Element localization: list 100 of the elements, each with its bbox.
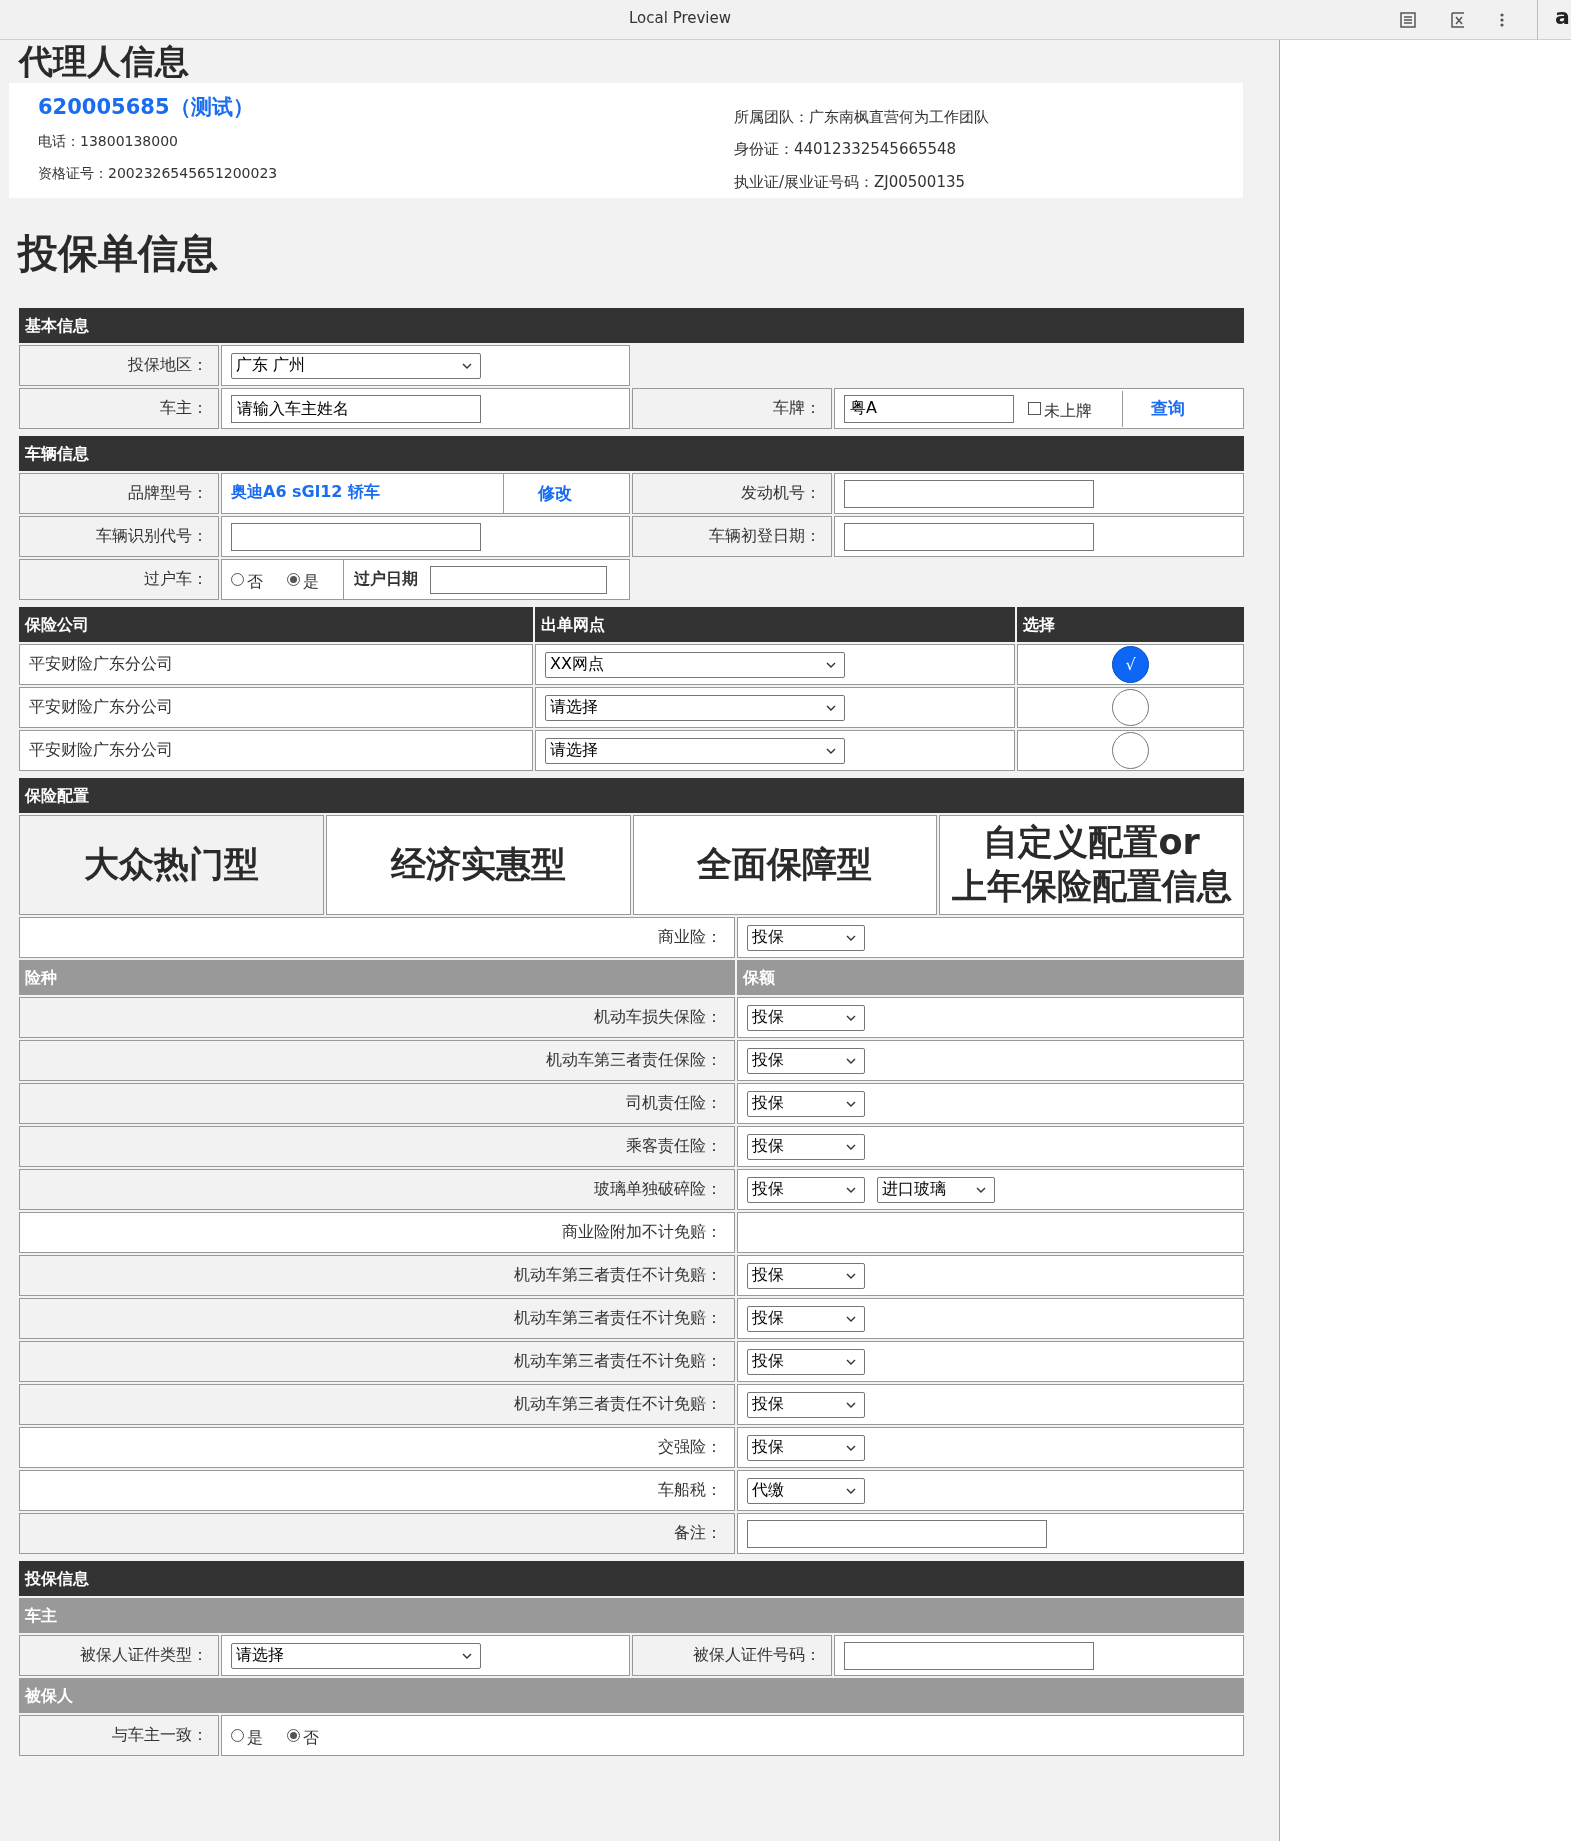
preset-tab[interactable]: 经济实惠型 bbox=[325, 815, 631, 915]
field-label: 车辆初登日期： bbox=[632, 516, 832, 557]
column-header: 险种 bbox=[19, 960, 735, 995]
registration-date-input[interactable] bbox=[844, 522, 1094, 551]
chevron-icon bbox=[846, 1315, 856, 1322]
radio-button[interactable] bbox=[287, 1729, 300, 1742]
engine-number-input[interactable] bbox=[844, 479, 1094, 508]
section-heading: 代理人信息 bbox=[19, 40, 190, 82]
chevron-icon bbox=[846, 1444, 856, 1451]
chevron-icon bbox=[846, 934, 856, 941]
document-icon[interactable] bbox=[1399, 10, 1417, 29]
agent-field: 所属团队：广东南枫直营何为工作团队 bbox=[733, 101, 1231, 134]
subsection-header: 车主 bbox=[19, 1598, 1244, 1633]
field-label: 过户日期 bbox=[354, 569, 418, 590]
coverage-select[interactable]: 投保 bbox=[747, 1391, 865, 1418]
chevron-icon bbox=[826, 747, 836, 754]
coverage-select[interactable]: 投保 bbox=[747, 1133, 865, 1160]
coverage-select[interactable]: 投保 bbox=[747, 1348, 865, 1375]
select-circle[interactable]: √ bbox=[1112, 646, 1149, 683]
preset-tab[interactable]: 大众热门型 bbox=[19, 815, 324, 915]
chevron-icon bbox=[826, 661, 836, 668]
chevron-icon bbox=[462, 362, 472, 369]
coverage-select[interactable]: 投保 bbox=[747, 1262, 865, 1289]
glass-type-select[interactable]: 进口玻璃 bbox=[877, 1176, 995, 1203]
coverage-select[interactable]: 代缴 bbox=[747, 1477, 865, 1504]
checkbox[interactable] bbox=[1028, 402, 1041, 415]
field-label: 机动车第三者责任保险： bbox=[19, 1040, 735, 1081]
field-label: 车船税： bbox=[19, 1470, 735, 1511]
field-label: 被保人证件类型： bbox=[19, 1635, 219, 1676]
agent-field: 身份证：44012332545665548 bbox=[733, 133, 1231, 166]
transfer-date-input[interactable] bbox=[430, 565, 607, 594]
field-label: 机动车损失保险： bbox=[19, 997, 735, 1038]
preset-tab[interactable]: 自定义配置or 上年保险配置信息 bbox=[939, 815, 1244, 915]
vin-input[interactable] bbox=[231, 522, 481, 551]
chevron-icon bbox=[846, 1358, 856, 1365]
radio-label: 是 bbox=[303, 572, 319, 593]
page-title: 投保单信息 bbox=[18, 229, 219, 278]
field-label: 过户车： bbox=[19, 559, 219, 600]
id-type-select[interactable]: 请选择 bbox=[231, 1642, 481, 1669]
coverage-select[interactable]: 投保 bbox=[747, 1434, 865, 1461]
window-title: Local Preview bbox=[629, 9, 732, 27]
agent-field: 电话：13800138000 bbox=[38, 125, 734, 157]
chevron-icon bbox=[462, 1652, 472, 1659]
owner-name-input[interactable]: 请输入车主姓名 bbox=[231, 394, 481, 423]
field-label: 备注： bbox=[19, 1513, 735, 1554]
chevron-icon bbox=[846, 1057, 856, 1064]
table-cell: 平安财险广东分公司 bbox=[19, 730, 533, 771]
radio-button[interactable] bbox=[231, 573, 244, 586]
field-label: 品牌型号： bbox=[19, 473, 219, 514]
remarks-input[interactable] bbox=[747, 1519, 1047, 1548]
column-header: 出单网点 bbox=[535, 607, 1015, 642]
chevron-icon bbox=[846, 1487, 856, 1494]
section-header: 车辆信息 bbox=[19, 436, 1244, 471]
field-label: 乘客责任险： bbox=[19, 1126, 735, 1167]
section-header: 基本信息 bbox=[19, 308, 1244, 343]
field-label: 商业险： bbox=[19, 917, 735, 958]
coverage-select[interactable]: 投保 bbox=[747, 1305, 865, 1332]
avatar-letter[interactable]: a bbox=[1537, 0, 1571, 40]
outlet-select[interactable]: 请选择 bbox=[545, 694, 845, 721]
select-circle[interactable] bbox=[1112, 689, 1149, 726]
query-link[interactable]: 查询 bbox=[1151, 397, 1185, 420]
chevron-icon bbox=[826, 704, 836, 711]
radio-button[interactable] bbox=[231, 1729, 244, 1742]
outlet-select[interactable]: XX网点 bbox=[545, 651, 845, 678]
radio-label: 否 bbox=[247, 572, 263, 593]
id-number-input[interactable] bbox=[844, 1641, 1094, 1670]
field-label: 机动车第三者责任不计免赔： bbox=[19, 1255, 735, 1296]
formula-icon[interactable] bbox=[1449, 10, 1467, 29]
chevron-icon bbox=[846, 1272, 856, 1279]
table-cell: 平安财险广东分公司 bbox=[19, 644, 533, 685]
preset-tab[interactable]: 全面保障型 bbox=[632, 815, 938, 915]
section-header: 投保信息 bbox=[19, 1561, 1244, 1596]
field-label: 车主： bbox=[19, 388, 219, 429]
field-label: 交强险： bbox=[19, 1427, 735, 1468]
chevron-icon bbox=[846, 1143, 856, 1150]
chevron-icon bbox=[846, 1100, 856, 1107]
section-header: 保险配置 bbox=[19, 778, 1244, 813]
field-label: 与车主一致： bbox=[19, 1715, 219, 1756]
plate-input[interactable]: 粤A bbox=[844, 394, 1014, 423]
radio-label: 是 bbox=[247, 1728, 263, 1749]
coverage-select[interactable]: 投保 bbox=[747, 1004, 865, 1031]
field-label: 车牌： bbox=[632, 388, 832, 429]
field-label: 车辆识别代号： bbox=[19, 516, 219, 557]
coverage-select[interactable]: 投保 bbox=[747, 1176, 865, 1203]
table-cell: 平安财险广东分公司 bbox=[19, 687, 533, 728]
coverage-select[interactable]: 投保 bbox=[747, 1090, 865, 1117]
coverage-select[interactable]: 投保 bbox=[747, 924, 865, 951]
chevron-icon bbox=[846, 1014, 856, 1021]
field-label: 机动车第三者责任不计免赔： bbox=[19, 1341, 735, 1382]
select-circle[interactable] bbox=[1112, 732, 1149, 769]
region-select[interactable]: 广东 广州 bbox=[231, 352, 481, 379]
coverage-select[interactable]: 投保 bbox=[747, 1047, 865, 1074]
edit-link[interactable]: 修改 bbox=[538, 482, 572, 505]
radio-button[interactable] bbox=[287, 573, 300, 586]
outlet-select[interactable]: 请选择 bbox=[545, 737, 845, 764]
field-label: 商业险附加不计免赔： bbox=[19, 1212, 735, 1253]
column-header: 选择 bbox=[1017, 607, 1244, 642]
field-label: 发动机号： bbox=[632, 473, 832, 514]
column-header: 保额 bbox=[737, 960, 1244, 995]
more-icon[interactable] bbox=[1499, 11, 1505, 28]
